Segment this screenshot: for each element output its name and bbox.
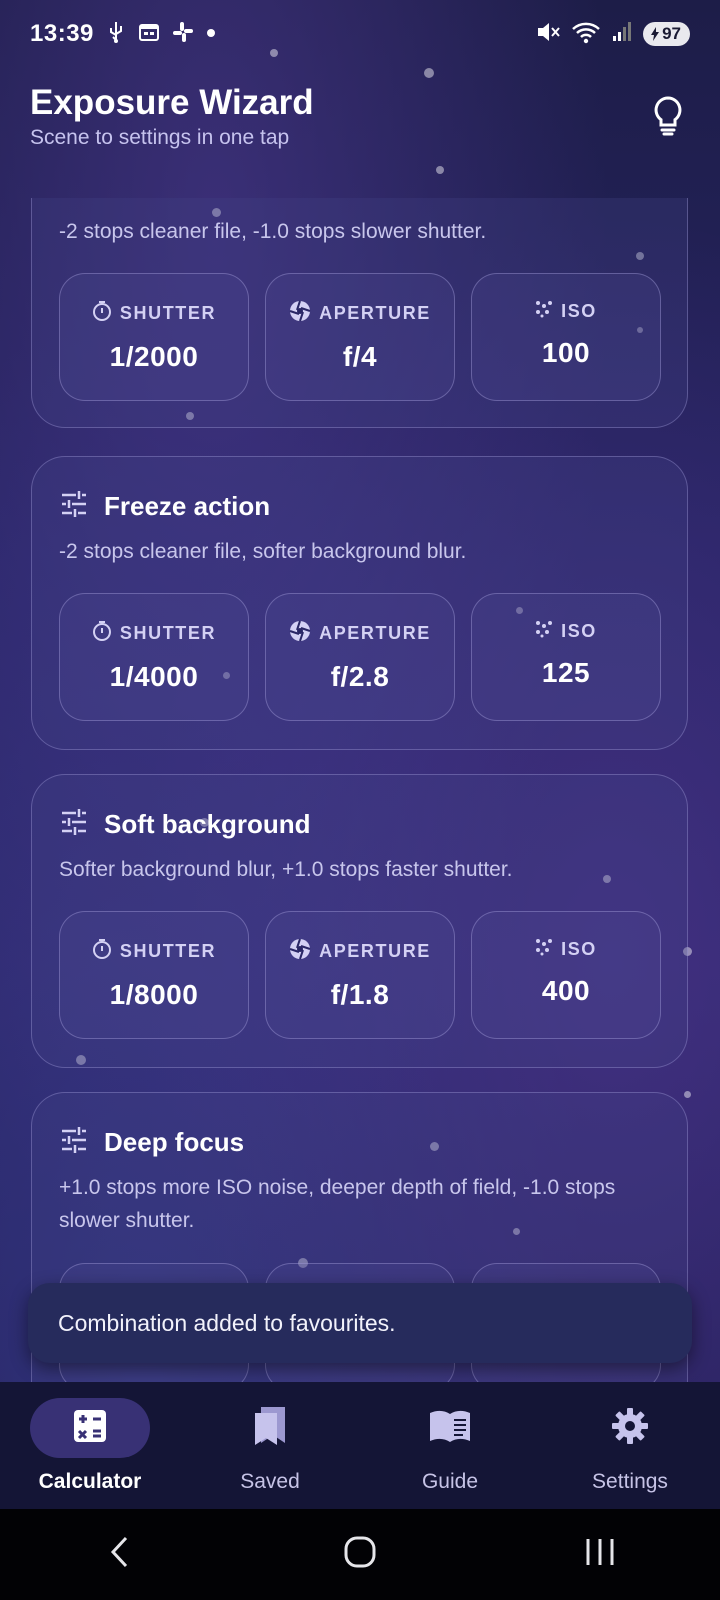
combination-card[interactable]: -2 stops cleaner file, -1.0 stops slower… — [31, 198, 688, 428]
aperture-icon — [289, 300, 311, 327]
nav-item-calculator[interactable]: Calculator — [0, 1382, 180, 1509]
shutter-value: 1/4000 — [109, 661, 199, 692]
iso-label: ISO — [561, 939, 597, 959]
home-icon — [343, 1535, 377, 1574]
aperture-label: APERTURE — [319, 623, 431, 643]
iso-tile[interactable]: ISO 100 — [471, 273, 661, 401]
iso-value: 100 — [541, 337, 591, 368]
combinations-list[interactable]: -2 stops cleaner file, -1.0 stops slower… — [0, 198, 720, 1382]
aperture-tile[interactable]: APERTURE f/1.8 — [265, 911, 455, 1039]
gear-icon — [611, 1407, 649, 1450]
calculator-icon — [73, 1409, 107, 1448]
usb-icon — [106, 20, 126, 49]
nav-item-saved[interactable]: Saved — [180, 1382, 360, 1509]
card-description: Softer background blur, +1.0 stops faste… — [59, 858, 513, 881]
timer-icon — [92, 620, 112, 647]
card-description: -2 stops cleaner file, -1.0 stops slower… — [59, 220, 487, 243]
settings-row: SHUTTER 1/4000 APERTURE f/2.8 ISO 125 — [59, 593, 661, 721]
back-icon — [108, 1535, 132, 1574]
timer-icon — [92, 300, 112, 327]
shutter-label: SHUTTER — [119, 303, 217, 323]
tune-icon — [60, 808, 88, 840]
nav-label: Saved — [240, 1470, 300, 1493]
shutter-tile[interactable]: SHUTTER 1/2000 — [59, 273, 249, 401]
grain-icon — [535, 938, 553, 961]
dot-icon — [206, 25, 216, 43]
nav-item-guide[interactable]: Guide — [360, 1382, 540, 1509]
signal-icon — [611, 21, 633, 48]
settings-row: SHUTTER 1/2000 APERTURE f/4 ISO 100 — [59, 273, 661, 401]
recents-button[interactable] — [570, 1530, 630, 1580]
aperture-label: APERTURE — [319, 303, 431, 323]
aperture-value: f/1.8 — [330, 979, 390, 1010]
shutter-tile[interactable]: SHUTTER 1/8000 — [59, 911, 249, 1039]
nav-item-settings[interactable]: Settings — [540, 1382, 720, 1509]
shutter-value: 1/8000 — [109, 979, 199, 1010]
status-bar: 13:39 97 — [0, 0, 720, 68]
grain-icon — [535, 620, 553, 643]
iso-value: 400 — [541, 975, 591, 1006]
card-title: Soft background — [104, 808, 311, 839]
app-screen: 13:39 97 Exposure Wizard Scene to settin… — [0, 0, 720, 1600]
aperture-tile[interactable]: APERTURE f/2.8 — [265, 593, 455, 721]
battery-level: 97 — [662, 24, 681, 43]
nav-label: Guide — [421, 1470, 479, 1493]
bookmark-icon — [251, 1405, 289, 1452]
app-title: Exposure Wizard — [30, 83, 314, 122]
recents-icon — [584, 1536, 616, 1573]
aperture-value: f/2.8 — [330, 661, 390, 692]
combination-card[interactable]: Soft background Softer background blur, … — [31, 774, 688, 1068]
mute-icon — [535, 20, 561, 49]
home-button[interactable] — [330, 1530, 390, 1580]
tune-icon — [60, 1126, 88, 1158]
timer-icon — [92, 938, 112, 965]
system-navigation-bar — [0, 1509, 720, 1600]
aperture-icon — [289, 620, 311, 647]
iso-tile[interactable]: ISO 400 — [471, 911, 661, 1039]
back-button[interactable] — [90, 1530, 150, 1580]
nav-label: Calculator — [38, 1470, 142, 1493]
app-header: Exposure Wizard Scene to settings in one… — [30, 82, 690, 152]
card-description: -2 stops cleaner file, softer background… — [59, 540, 467, 563]
bottom-navigation: Calculator Saved Guide Settings — [0, 1382, 720, 1509]
grain-icon — [535, 300, 553, 323]
lightbulb-icon[interactable] — [650, 94, 690, 138]
aperture-tile[interactable]: APERTURE f/4 — [265, 273, 455, 401]
snackbar-message: Combination added to favourites. — [58, 1309, 396, 1336]
iso-tile[interactable]: ISO 125 — [471, 593, 661, 721]
nav-label: Settings — [592, 1470, 668, 1493]
status-time: 13:39 — [30, 20, 94, 47]
card-description: +1.0 stops more ISO noise, deeper depth … — [59, 1176, 616, 1232]
card-title: Freeze action — [104, 490, 271, 521]
combination-card[interactable]: Freeze action -2 stops cleaner file, sof… — [31, 456, 688, 750]
calendar-icon — [138, 21, 160, 48]
battery-icon: 97 — [643, 22, 690, 46]
aperture-icon — [289, 938, 311, 965]
app-subtitle: Scene to settings in one tap — [30, 126, 290, 149]
aperture-label: APERTURE — [319, 941, 431, 961]
settings-row: SHUTTER 1/8000 APERTURE f/1.8 ISO 400 — [59, 911, 661, 1039]
iso-value: 125 — [541, 657, 591, 688]
shutter-label: SHUTTER — [119, 941, 217, 961]
shutter-label: SHUTTER — [119, 623, 217, 643]
tune-icon — [60, 490, 88, 522]
shutter-tile[interactable]: SHUTTER 1/4000 — [59, 593, 249, 721]
wifi-icon — [571, 20, 601, 49]
slack-icon — [172, 21, 194, 48]
snackbar: Combination added to favourites. — [28, 1283, 692, 1363]
aperture-value: f/4 — [342, 341, 378, 372]
iso-label: ISO — [561, 301, 597, 321]
card-title: Deep focus — [104, 1126, 245, 1157]
iso-label: ISO — [561, 621, 597, 641]
shutter-value: 1/2000 — [109, 341, 199, 372]
book-icon — [428, 1409, 472, 1448]
